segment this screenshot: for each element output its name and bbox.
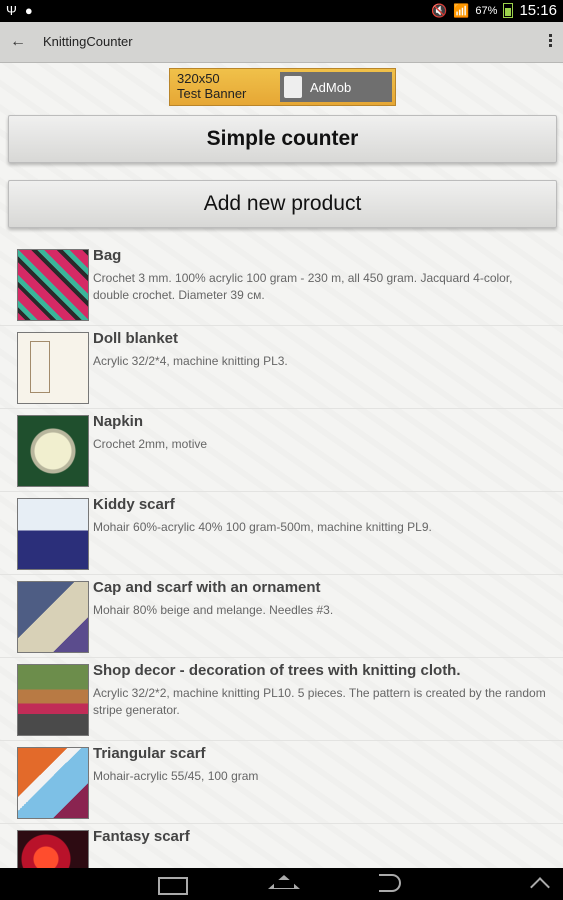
product-item-bag[interactable]: Bag Crochet 3 mm. 100% acrylic 100 gram … <box>0 243 563 326</box>
product-description: Acrylic 32/2*4, machine knitting PL3. <box>93 354 288 368</box>
product-title: Napkin <box>93 413 144 430</box>
product-description: Crochet 2mm, motive <box>93 437 208 451</box>
back-arrow-icon[interactable]: ← <box>10 32 30 52</box>
usb-icon: Ψ <box>6 3 17 18</box>
chevron-up-icon[interactable] <box>530 877 550 897</box>
product-item-shop-decor[interactable]: Shop decor - decoration of trees with kn… <box>0 658 563 741</box>
admob-logo-area: AdMob <box>280 72 392 102</box>
product-description: Mohair 80% beige and melange. Needles #3… <box>93 603 334 617</box>
battery-icon <box>503 3 514 18</box>
product-thumbnail <box>17 664 89 736</box>
overflow-menu-icon[interactable] <box>545 32 555 52</box>
navigation-bar <box>0 868 563 900</box>
admob-logo-icon <box>284 76 302 98</box>
product-item-doll-blanket[interactable]: Doll blanket Acrylic 32/2*4, machine kni… <box>0 326 563 409</box>
product-title: Doll blanket <box>93 330 179 347</box>
product-thumbnail <box>17 498 89 570</box>
product-title: Shop decor - decoration of trees with kn… <box>93 662 461 679</box>
back-icon[interactable] <box>379 874 401 892</box>
admob-brand: AdMob <box>310 80 352 95</box>
ad-banner[interactable]: 320x50 Test Banner AdMob <box>169 68 396 106</box>
recents-icon[interactable] <box>158 877 188 895</box>
product-item-napkin[interactable]: Napkin Crochet 2mm, motive <box>0 409 563 492</box>
product-thumbnail <box>17 581 89 653</box>
product-thumbnail <box>17 332 89 404</box>
product-thumbnail <box>17 249 89 321</box>
ad-size-text: 320x50 <box>177 71 220 86</box>
product-thumbnail <box>17 830 89 868</box>
notification-icon: ● <box>24 3 33 18</box>
product-description: Crochet 3 mm. 100% acrylic 100 gram - 23… <box>93 271 513 302</box>
product-item-cap-and-scarf[interactable]: Cap and scarf with an ornament Mohair 80… <box>0 575 563 658</box>
product-item-fantasy-scarf[interactable]: Fantasy scarf <box>0 824 563 868</box>
wifi-icon: 📶 <box>453 2 470 18</box>
product-item-kiddy-scarf[interactable]: Kiddy scarf Mohair 60%-acrylic 40% 100 g… <box>0 492 563 575</box>
product-title: Kiddy scarf <box>93 496 175 513</box>
product-description: Acrylic 32/2*2, machine knitting PL10. 5… <box>93 686 546 717</box>
product-title: Fantasy scarf <box>93 828 190 845</box>
status-bar: Ψ ● 🔇 📶 67% 15:16 <box>0 0 563 22</box>
product-title: Triangular scarf <box>93 745 206 762</box>
add-new-product-button[interactable]: Add new product <box>8 180 557 228</box>
action-bar: ← KnittingCounter <box>0 22 563 63</box>
product-list: Bag Crochet 3 mm. 100% acrylic 100 gram … <box>0 243 563 868</box>
product-thumbnail <box>17 415 89 487</box>
product-thumbnail <box>17 747 89 819</box>
home-icon[interactable] <box>268 875 300 889</box>
main-content: 320x50 Test Banner AdMob Simple counter … <box>0 63 563 868</box>
mute-icon: 🔇 <box>431 2 448 18</box>
product-description: Mohair-acrylic 55/45, 100 gram <box>93 769 259 783</box>
clock: 15:16 <box>519 2 557 19</box>
product-title: Bag <box>93 247 122 264</box>
ad-test-label: 320x50 Test Banner <box>177 71 246 101</box>
app-title: KnittingCounter <box>43 34 133 49</box>
ad-test-text: Test Banner <box>177 86 247 101</box>
product-description: Mohair 60%-acrylic 40% 100 gram-500m, ma… <box>93 520 432 534</box>
product-item-triangular-scarf[interactable]: Triangular scarf Mohair-acrylic 55/45, 1… <box>0 741 563 824</box>
battery-percent: 67% <box>475 4 498 17</box>
simple-counter-button[interactable]: Simple counter <box>8 115 557 163</box>
product-title: Cap and scarf with an ornament <box>93 579 321 596</box>
